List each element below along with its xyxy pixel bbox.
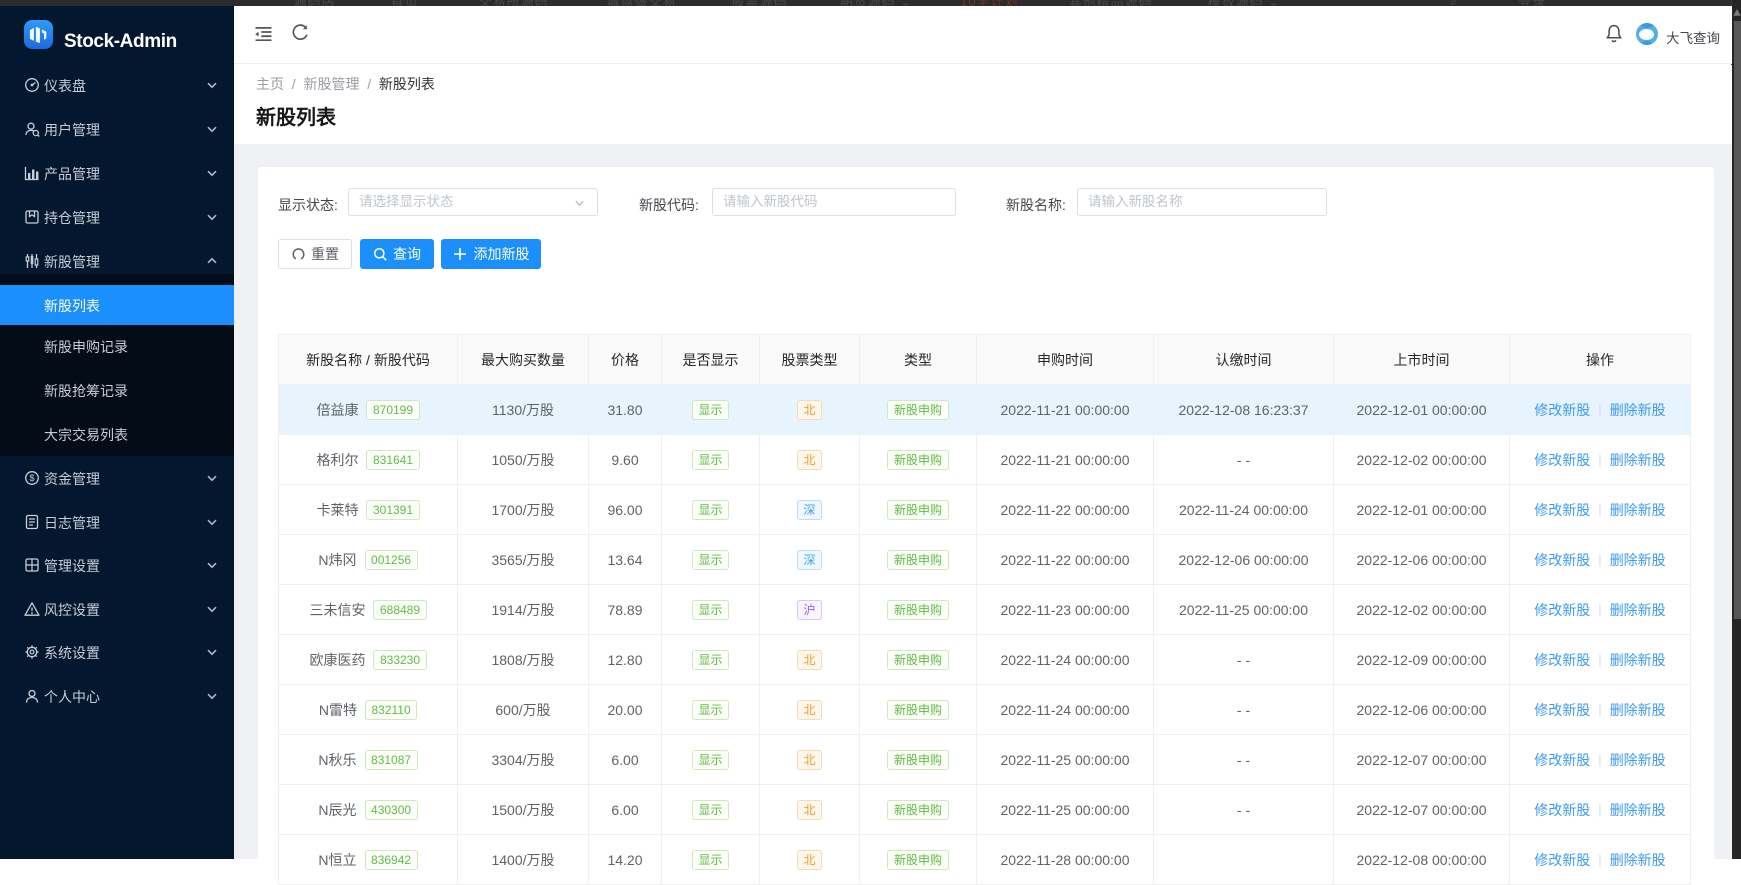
svg-text:$: $ <box>29 473 34 483</box>
